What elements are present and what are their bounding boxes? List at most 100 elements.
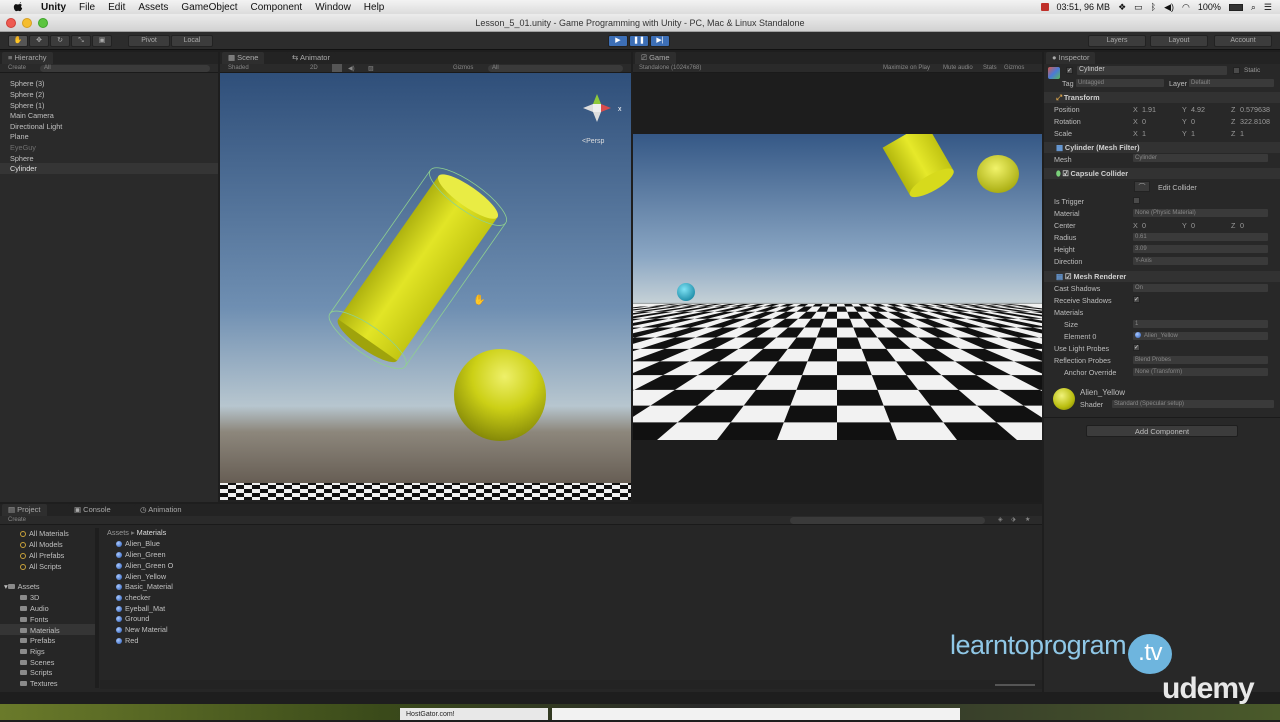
battery-icon[interactable]: [1228, 3, 1243, 11]
center-z-field[interactable]: 0: [1240, 221, 1244, 230]
stats-toggle[interactable]: Stats: [983, 65, 997, 71]
folder-item[interactable]: Audio: [20, 604, 49, 613]
layers-dropdown[interactable]: Layers: [1088, 35, 1146, 47]
folder-item-selected[interactable]: Materials: [20, 626, 60, 635]
is-trigger-checkbox[interactable]: [1133, 197, 1140, 204]
record-icon[interactable]: [1040, 3, 1049, 11]
menu-unity[interactable]: Unity: [41, 2, 66, 13]
object-name-field[interactable]: Cylinder: [1077, 66, 1227, 75]
scene-gizmos-dropdown[interactable]: Gizmos: [453, 65, 473, 71]
shaded-dropdown[interactable]: Shaded: [228, 65, 249, 71]
folder-item[interactable]: 3D: [20, 593, 39, 602]
hierarchy-item[interactable]: Sphere: [10, 154, 34, 163]
cast-shadows-dropdown[interactable]: On: [1133, 284, 1268, 292]
hierarchy-item-selected[interactable]: Cylinder: [10, 164, 37, 173]
hierarchy-item[interactable]: Main Camera: [10, 111, 54, 120]
position-z-field[interactable]: 0.579638: [1240, 105, 1270, 114]
anchor-override-field[interactable]: None (Transform): [1133, 368, 1268, 376]
radius-field[interactable]: 0.61: [1133, 233, 1268, 241]
capsule-enabled-check[interactable]: ☑: [1063, 169, 1071, 178]
hierarchy-item[interactable]: Sphere (3): [10, 79, 44, 88]
mesh-field[interactable]: Cylinder: [1133, 154, 1268, 162]
menu-gameobject[interactable]: GameObject: [181, 2, 237, 13]
move-tool-button[interactable]: ✥: [29, 35, 49, 47]
menu-component[interactable]: Component: [251, 2, 303, 13]
menu-window[interactable]: Window: [315, 2, 351, 13]
folder-item[interactable]: Fonts: [20, 615, 48, 624]
tab-scene[interactable]: ▦ Scene: [222, 52, 265, 64]
mesh-renderer-header[interactable]: ▤ ☑ Mesh Renderer: [1044, 271, 1280, 282]
effects-toggle-icon[interactable]: ▨: [368, 65, 374, 72]
favorite-all-materials[interactable]: All Materials: [20, 529, 69, 538]
scene-viewport[interactable]: x: [220, 73, 631, 500]
minimize-window-button[interactable]: [22, 18, 32, 28]
height-field[interactable]: 3.09: [1133, 245, 1268, 253]
asset-item[interactable]: Alien_Green O: [116, 561, 173, 570]
zoom-window-button[interactable]: [38, 18, 48, 28]
filter-type-icon[interactable]: ◈: [998, 516, 1003, 523]
game-gizmos-dropdown[interactable]: Gizmos: [1004, 65, 1024, 71]
position-x-field[interactable]: 1.91: [1142, 105, 1156, 114]
menu-help[interactable]: Help: [364, 2, 385, 13]
wifi-icon[interactable]: ◠: [1182, 2, 1190, 13]
size-field[interactable]: 1: [1133, 320, 1268, 328]
materials-foldout[interactable]: Materials: [1054, 308, 1083, 317]
assets-root-folder[interactable]: ▾ Assets: [4, 582, 40, 591]
tab-project[interactable]: ▤ Project: [2, 504, 47, 516]
rotation-y-field[interactable]: 0: [1191, 117, 1195, 126]
close-window-button[interactable]: [6, 18, 16, 28]
receive-shadows-checkbox[interactable]: ✓: [1133, 296, 1140, 303]
collider-material-field[interactable]: None (Physic Material): [1133, 209, 1268, 217]
use-light-probes-checkbox[interactable]: ✓: [1133, 344, 1140, 351]
airplay-icon[interactable]: ▭: [1134, 2, 1143, 13]
filter-label-icon[interactable]: ⬗: [1011, 516, 1016, 523]
asset-item[interactable]: Alien_Blue: [116, 539, 160, 548]
menu-file[interactable]: File: [79, 2, 95, 13]
active-checkbox[interactable]: ✓: [1066, 67, 1073, 74]
audio-toggle-icon[interactable]: ◀): [348, 65, 355, 72]
asset-item[interactable]: New Material: [116, 625, 168, 634]
folder-item[interactable]: Prefabs: [20, 636, 55, 645]
asset-item[interactable]: Alien_Green: [116, 550, 166, 559]
bluetooth-icon[interactable]: ᛒ: [1151, 2, 1156, 12]
tree-scrollbar[interactable]: [95, 528, 99, 688]
folder-item[interactable]: Rigs: [20, 647, 45, 656]
project-search-input[interactable]: [790, 517, 985, 524]
mute-audio-toggle[interactable]: Mute audio: [943, 65, 973, 71]
shader-dropdown[interactable]: Standard (Specular setup): [1112, 400, 1274, 408]
reflection-probes-dropdown[interactable]: Blend Probes: [1133, 356, 1268, 364]
mesh-filter-header[interactable]: ▦ Cylinder (Mesh Filter): [1044, 142, 1280, 153]
asset-item[interactable]: Eyeball_Mat: [116, 604, 165, 613]
tab-inspector[interactable]: ● Inspector: [1046, 52, 1096, 64]
transform-header[interactable]: ⤢ Transform: [1044, 92, 1280, 103]
account-dropdown[interactable]: Account: [1214, 35, 1272, 47]
favorite-all-scripts[interactable]: All Scripts: [20, 562, 61, 571]
pivot-toggle[interactable]: Pivot: [128, 35, 170, 47]
rect-tool-button[interactable]: ▣: [92, 35, 112, 47]
asset-item[interactable]: checker: [116, 593, 151, 602]
tab-console[interactable]: ▣ Console: [68, 504, 117, 516]
persp-label[interactable]: <Persp: [582, 138, 604, 145]
play-button[interactable]: ▶: [608, 35, 628, 47]
asset-item[interactable]: Alien_Yellow: [116, 572, 166, 581]
mode-2d-toggle[interactable]: 2D: [310, 65, 318, 71]
breadcrumb-materials[interactable]: Materials: [137, 528, 167, 537]
step-button[interactable]: ▶|: [650, 35, 670, 47]
volume-icon[interactable]: ◀): [1164, 2, 1174, 13]
tab-game[interactable]: ⎚ Game: [635, 52, 676, 64]
layer-dropdown[interactable]: Default: [1189, 79, 1274, 87]
project-create-button[interactable]: Create: [8, 517, 26, 523]
element-0-field[interactable]: Alien_Yellow: [1133, 332, 1268, 340]
hierarchy-item[interactable]: Sphere (2): [10, 90, 44, 99]
center-y-field[interactable]: 0: [1191, 221, 1195, 230]
folder-item[interactable]: Scenes: [20, 658, 54, 667]
hierarchy-search-input[interactable]: All: [40, 65, 210, 72]
game-viewport[interactable]: [633, 134, 1042, 440]
rotation-x-field[interactable]: 0: [1142, 117, 1146, 126]
asset-item[interactable]: Basic_Material: [116, 582, 173, 591]
asset-item[interactable]: Red: [116, 636, 138, 645]
tab-animation[interactable]: ◷ Animation: [134, 504, 188, 516]
favorite-all-models[interactable]: All Models: [20, 540, 63, 549]
direction-dropdown[interactable]: Y-Axis: [1133, 257, 1268, 265]
apple-icon[interactable]: [11, 2, 25, 12]
